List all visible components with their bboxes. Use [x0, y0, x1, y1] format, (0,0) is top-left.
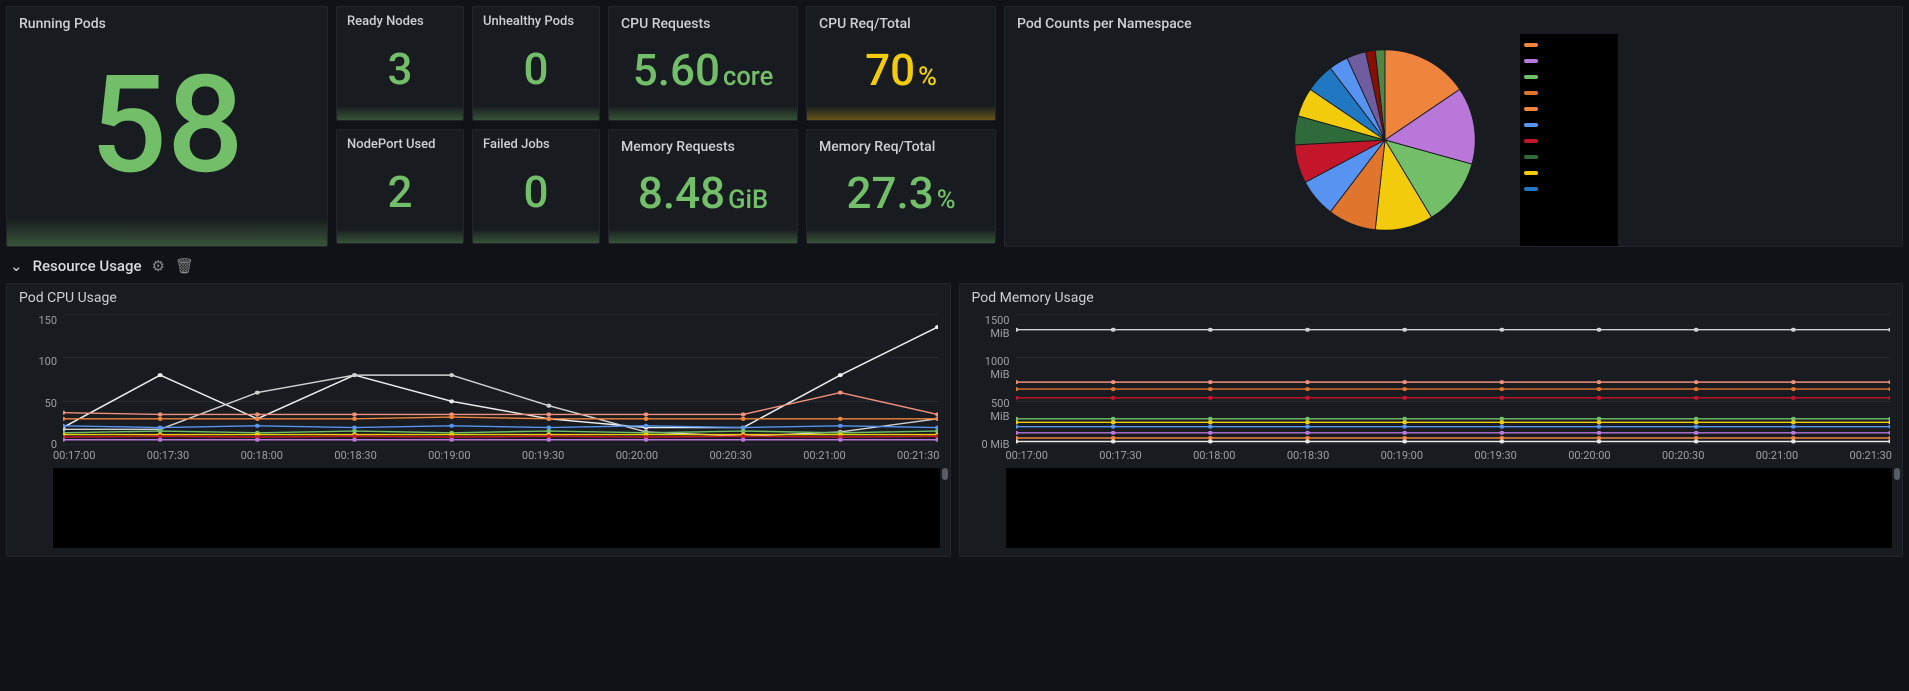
chart-legend[interactable] [1006, 468, 1893, 548]
legend-item[interactable] [1524, 152, 1614, 162]
panel-unhealthy-pods[interactable]: Unhealthy Pods 0 [472, 6, 600, 121]
panel-failed-jobs[interactable]: Failed Jobs 0 [472, 129, 600, 244]
panel-pod-memory-usage[interactable]: Pod Memory Usage 1500 MiB1000 MiB500 MiB… [959, 283, 1904, 557]
panel-pod-cpu-usage[interactable]: Pod CPU Usage 150100500 00:17:0000:17:30… [6, 283, 951, 557]
legend-item[interactable] [1524, 120, 1614, 130]
panel-nodeport-used[interactable]: NodePort Used 2 [336, 129, 464, 244]
line-chart [63, 314, 938, 445]
line-chart [1016, 314, 1891, 445]
panel-pod-counts-per-namespace[interactable]: Pod Counts per Namespace [1004, 6, 1903, 247]
panel-cpu-requests[interactable]: CPU Requests 5.60core [608, 6, 798, 121]
legend-item[interactable] [1524, 40, 1614, 50]
gear-icon[interactable]: ⚙ [152, 257, 165, 275]
legend-item[interactable] [1524, 72, 1614, 82]
pie-legend[interactable] [1520, 34, 1618, 246]
legend-item[interactable] [1524, 88, 1614, 98]
panel-ready-nodes[interactable]: Ready Nodes 3 [336, 6, 464, 121]
pie-chart [1290, 45, 1480, 235]
chart-legend[interactable] [53, 468, 940, 548]
row-title: Resource Usage [33, 257, 142, 275]
row-header-resource-usage[interactable]: ⌄ Resource Usage ⚙ 🗑 [6, 247, 1903, 283]
trash-icon[interactable]: 🗑 [175, 257, 194, 275]
legend-item[interactable] [1524, 184, 1614, 194]
sparkline [7, 218, 327, 246]
legend-item[interactable] [1524, 56, 1614, 66]
chevron-down-icon[interactable]: ⌄ [10, 257, 23, 275]
panel-title: Running Pods [7, 7, 327, 33]
panel-memory-requests[interactable]: Memory Requests 8.48GiB [608, 129, 798, 244]
legend-item[interactable] [1524, 168, 1614, 178]
legend-item[interactable] [1524, 136, 1614, 146]
scrollbar[interactable] [1894, 468, 1900, 480]
stat-value: 58 [90, 58, 243, 193]
scrollbar[interactable] [942, 468, 948, 480]
panel-cpu-req-total[interactable]: CPU Req/Total 70% [806, 6, 996, 121]
legend-item[interactable] [1524, 104, 1614, 114]
panel-running-pods[interactable]: Running Pods 58 [6, 6, 328, 247]
panel-memory-req-total[interactable]: Memory Req/Total 27.3% [806, 129, 996, 244]
